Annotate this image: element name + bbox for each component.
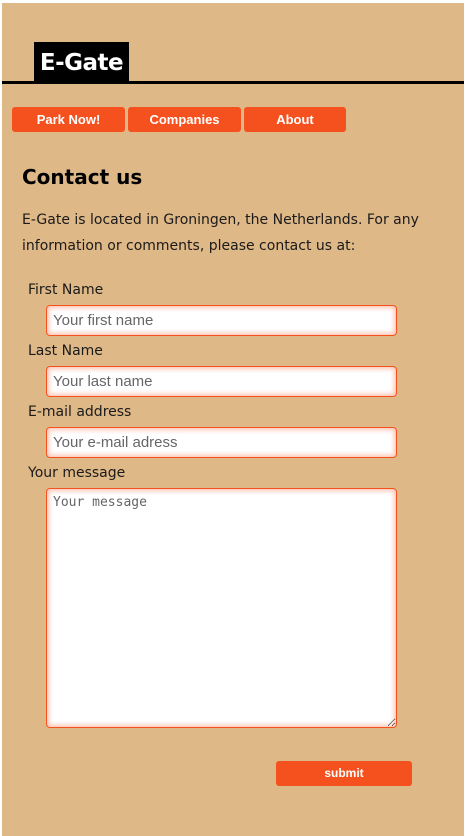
message-textarea[interactable] [46, 488, 397, 728]
page-background: E-Gate Park Now! Companies About Contact… [2, 3, 464, 836]
nav-companies-button[interactable]: Companies [128, 107, 241, 132]
intro-text: E-Gate is located in Groningen, the Neth… [22, 212, 419, 254]
email-label: E-mail address [28, 404, 132, 420]
message-label: Your message [28, 465, 126, 481]
site-logo[interactable]: E-Gate [34, 42, 129, 82]
nav-park-now-button[interactable]: Park Now! [12, 107, 125, 132]
first-name-field[interactable] [46, 305, 397, 336]
header-divider [2, 81, 464, 84]
email-field[interactable] [46, 427, 397, 458]
last-name-label: Last Name [28, 343, 103, 359]
nav-about-button[interactable]: About [244, 107, 346, 132]
submit-button[interactable]: submit [276, 761, 412, 786]
first-name-label: First Name [28, 282, 104, 298]
last-name-field[interactable] [46, 366, 397, 397]
page-title: Contact us [22, 165, 143, 189]
